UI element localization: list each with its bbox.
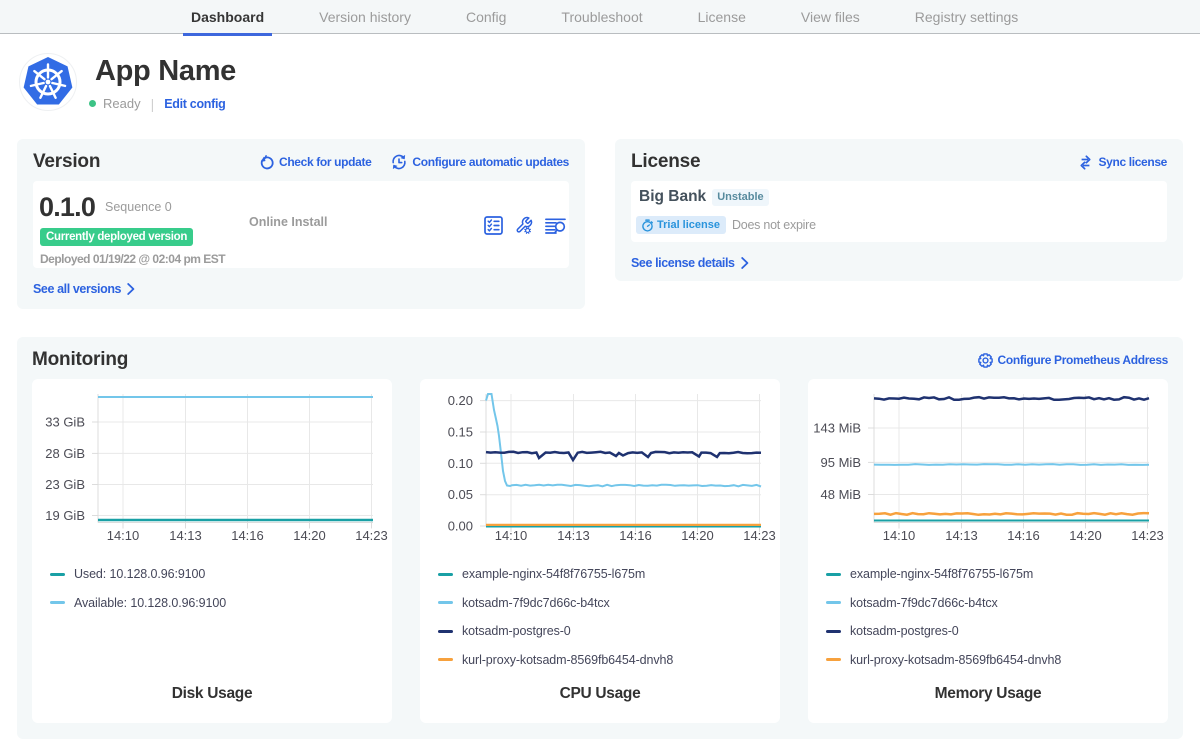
svg-text:14:16: 14:16 — [231, 528, 264, 543]
svg-text:14:13: 14:13 — [557, 528, 590, 543]
svg-text:143 MiB: 143 MiB — [813, 421, 861, 436]
svg-text:14:23: 14:23 — [1131, 528, 1164, 543]
svg-text:14:13: 14:13 — [945, 528, 978, 543]
svg-text:14:10: 14:10 — [107, 528, 140, 543]
svg-text:14:16: 14:16 — [1007, 528, 1040, 543]
svg-text:28 GiB: 28 GiB — [45, 446, 85, 461]
svg-text:23 GiB: 23 GiB — [45, 477, 85, 492]
svg-text:95 MiB: 95 MiB — [821, 455, 861, 470]
svg-text:14:20: 14:20 — [681, 528, 714, 543]
svg-text:14:23: 14:23 — [743, 528, 776, 543]
svg-text:0.00: 0.00 — [448, 519, 473, 534]
svg-text:0.05: 0.05 — [448, 487, 473, 502]
svg-text:14:20: 14:20 — [1069, 528, 1102, 543]
svg-text:48 MiB: 48 MiB — [821, 487, 861, 502]
svg-text:19 GiB: 19 GiB — [45, 508, 85, 523]
svg-text:0.15: 0.15 — [448, 425, 473, 440]
svg-text:0.20: 0.20 — [448, 393, 473, 408]
svg-text:14:10: 14:10 — [883, 528, 916, 543]
svg-text:14:13: 14:13 — [169, 528, 202, 543]
svg-text:33 GiB: 33 GiB — [45, 415, 85, 430]
svg-text:14:23: 14:23 — [355, 528, 388, 543]
svg-text:0.10: 0.10 — [448, 456, 473, 471]
svg-text:14:20: 14:20 — [293, 528, 326, 543]
svg-text:14:10: 14:10 — [495, 528, 528, 543]
svg-text:14:16: 14:16 — [619, 528, 652, 543]
